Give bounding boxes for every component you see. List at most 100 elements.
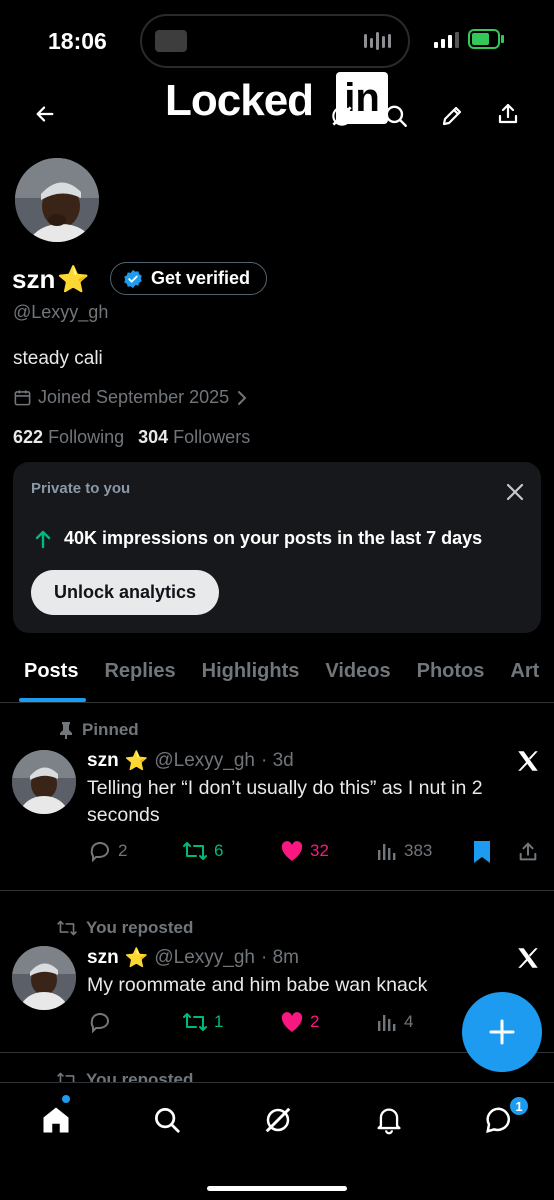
unlock-analytics-button[interactable]: Unlock analytics <box>31 570 220 615</box>
post-avatar[interactable] <box>12 946 76 1010</box>
profile-avatar[interactable] <box>12 155 102 245</box>
status-time: 18:06 <box>48 28 107 54</box>
following-label: Following <box>48 427 125 447</box>
tab-articles[interactable]: Art <box>497 648 552 702</box>
repost-count: 6 <box>214 841 224 860</box>
post-avatar[interactable] <box>12 750 76 814</box>
now-playing-thumbnail <box>155 30 187 52</box>
repost-count: 1 <box>214 1012 224 1031</box>
battery-icon <box>468 29 500 49</box>
post-divider <box>0 890 554 891</box>
followers-label: Followers <box>173 427 251 447</box>
views-chart-icon <box>376 1011 398 1033</box>
repost-context-label: You reposted <box>86 918 194 937</box>
pin-icon <box>58 721 74 739</box>
verified-badge-icon <box>123 269 143 289</box>
edit-pencil-icon[interactable] <box>432 96 472 136</box>
post-header: szn ⭐ @Lexyy_gh · 8m <box>87 946 299 970</box>
messages-badge: 1 <box>508 1095 530 1117</box>
audio-waveform-icon <box>364 30 394 52</box>
post-text: My roommate and him babe wan knack <box>87 974 428 996</box>
battery-tip <box>501 35 504 43</box>
followers-link[interactable]: 304 Followers <box>138 427 250 448</box>
views-chart-icon <box>376 840 398 862</box>
reply-icon <box>88 1011 112 1033</box>
cellular-signal-icon <box>434 32 460 48</box>
repost-icon <box>182 840 208 862</box>
post-author-name[interactable]: szn <box>87 947 119 969</box>
impressions-text: 40K impressions on your posts in the las… <box>64 528 483 548</box>
search-nav-icon[interactable] <box>145 1098 189 1142</box>
joined-date[interactable]: Joined September 2025 <box>13 387 249 408</box>
post-timestamp: · 8m <box>260 947 299 968</box>
pinned-context: Pinned <box>58 720 139 740</box>
repost-small-icon <box>56 919 78 937</box>
grok-icon[interactable] <box>322 96 362 136</box>
search-icon[interactable] <box>376 96 416 136</box>
tab-photos[interactable]: Photos <box>404 648 498 702</box>
tab-videos[interactable]: Videos <box>312 648 403 702</box>
reply-button[interactable]: 2 <box>88 840 127 862</box>
following-link[interactable]: 622 Following <box>13 427 124 448</box>
active-tab-indicator <box>19 698 86 702</box>
joined-text: Joined September 2025 <box>38 387 230 407</box>
followers-count: 304 <box>138 427 169 447</box>
reply-count: 2 <box>118 841 128 860</box>
repost-button[interactable]: 6 <box>182 840 223 862</box>
share-icon[interactable] <box>488 94 528 134</box>
home-indicator <box>207 1186 347 1191</box>
repost-context: You reposted <box>56 918 193 938</box>
post-author-name[interactable]: szn <box>87 750 119 772</box>
plus-icon <box>488 1018 516 1046</box>
home-icon[interactable] <box>34 1098 78 1142</box>
tab-replies[interactable]: Replies <box>91 648 188 702</box>
like-button[interactable]: 32 <box>280 840 329 862</box>
like-button[interactable]: 2 <box>280 1011 319 1033</box>
profile-name-text: szn <box>12 264 56 294</box>
watermark-text: Locked <box>165 76 314 125</box>
repost-button[interactable]: 1 <box>182 1011 223 1033</box>
heart-filled-icon <box>280 1011 304 1033</box>
post-text: Telling her “I don’t usually do this” as… <box>87 777 483 826</box>
reply-button[interactable] <box>88 1011 118 1033</box>
analytics-card-title: Private to you <box>31 480 131 497</box>
star-emoji: ⭐ <box>124 948 149 969</box>
pinned-label: Pinned <box>82 720 139 739</box>
profile-handle: @Lexyy_gh <box>13 302 109 322</box>
views-button[interactable]: 4 <box>376 1011 413 1033</box>
compose-post-button[interactable] <box>462 992 542 1072</box>
star-emoji: ⭐ <box>124 751 149 772</box>
profile-tabs: Posts Replies Highlights Videos Photos A… <box>0 648 554 703</box>
post-header: szn ⭐ @Lexyy_gh · 3d <box>87 749 294 773</box>
star-emoji: ⭐ <box>57 264 90 294</box>
post-author-handle[interactable]: @Lexyy_gh <box>154 947 255 969</box>
tab-highlights[interactable]: Highlights <box>189 648 313 702</box>
follow-counts: 622 Following 304 Followers <box>13 427 250 448</box>
view-count: 4 <box>404 1012 414 1031</box>
arrow-up-icon <box>34 529 52 549</box>
profile-name: szn ⭐ <box>12 264 90 295</box>
profile-bio: steady cali <box>13 348 103 369</box>
impressions-line: 40K impressions on your posts in the las… <box>34 528 482 549</box>
close-icon[interactable] <box>495 472 535 512</box>
like-count: 32 <box>310 841 329 860</box>
post-timestamp: · 3d <box>260 750 294 771</box>
views-button[interactable]: 383 <box>376 840 432 862</box>
notifications-bell-icon[interactable] <box>367 1098 411 1142</box>
get-verified-label: Get verified <box>151 268 251 288</box>
heart-filled-icon <box>280 840 304 862</box>
back-arrow-icon[interactable] <box>25 94 65 134</box>
repost-icon <box>182 1011 208 1033</box>
post-author-handle[interactable]: @Lexyy_gh <box>154 750 255 772</box>
bookmark-filled-icon[interactable] <box>462 832 502 872</box>
reply-icon <box>88 840 112 862</box>
chevron-right-icon <box>235 390 249 406</box>
calendar-icon <box>13 388 32 407</box>
share-post-icon[interactable] <box>508 832 548 872</box>
view-count: 383 <box>404 841 433 860</box>
following-count: 622 <box>13 427 44 447</box>
get-verified-button[interactable]: Get verified <box>110 262 268 295</box>
tab-posts[interactable]: Posts <box>0 648 91 702</box>
grok-nav-icon[interactable] <box>256 1098 300 1142</box>
home-notification-dot <box>62 1095 70 1103</box>
